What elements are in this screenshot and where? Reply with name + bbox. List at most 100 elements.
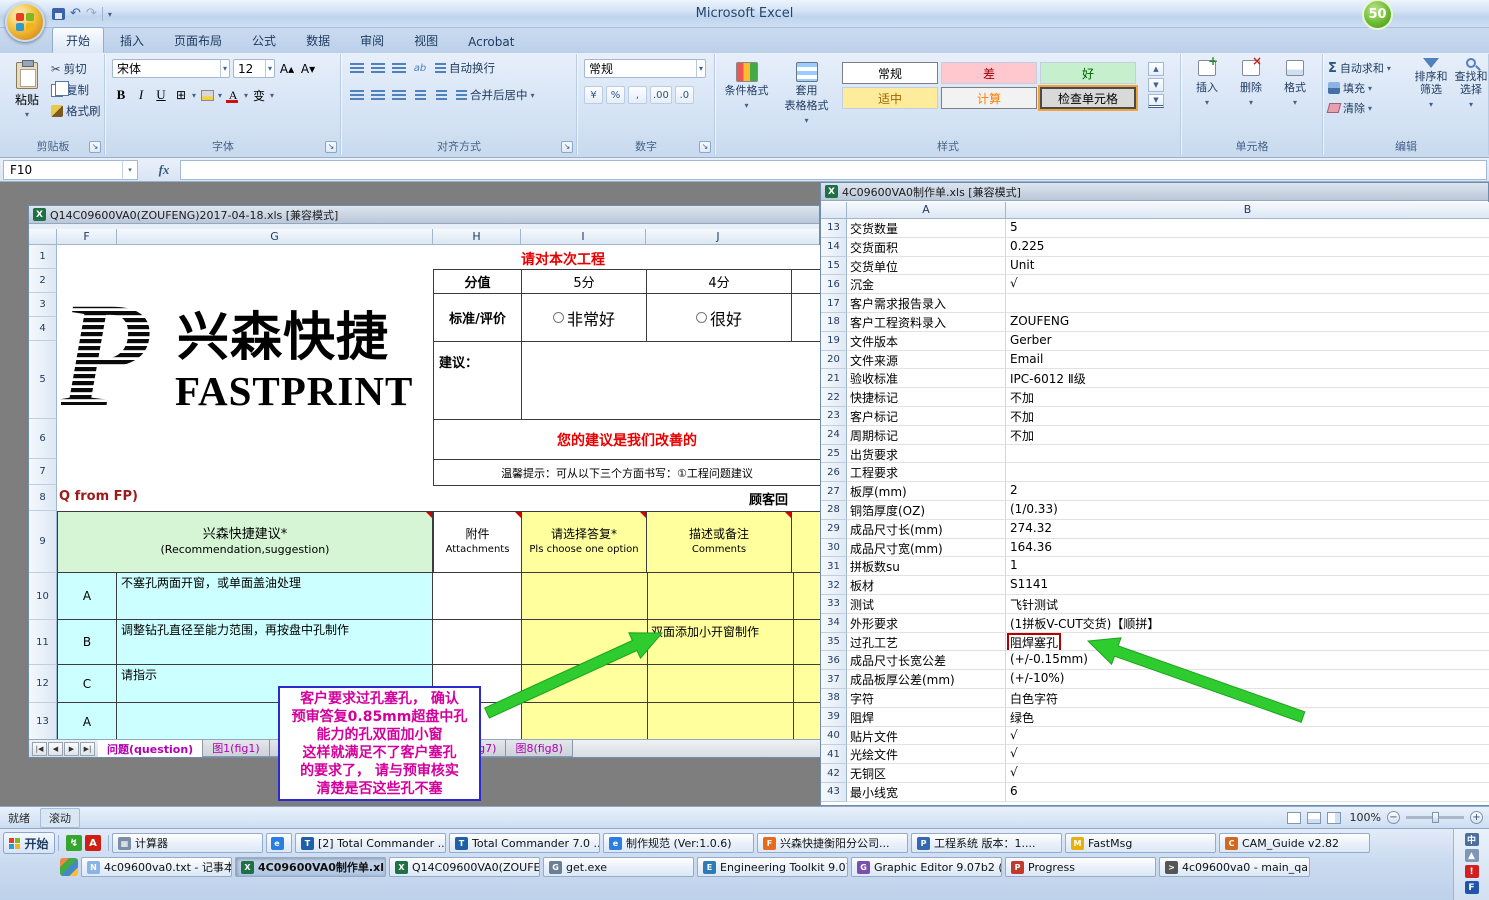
- sheet-nav-icon[interactable]: ▶|: [80, 741, 95, 756]
- cell-style-option[interactable]: 好: [1040, 62, 1136, 84]
- label-cell[interactable]: 测试: [847, 594, 1006, 614]
- start-button[interactable]: 开始: [3, 832, 55, 854]
- annotation-textbox[interactable]: 客户要求过孔塞孔， 确认 预审答复0.85mm超盘中孔 能力的孔双面加小窗 这样…: [278, 686, 481, 801]
- orientation-button[interactable]: ab: [411, 59, 429, 77]
- chevron-down-icon[interactable]: ▾: [531, 91, 535, 100]
- row-header[interactable]: 10: [29, 573, 57, 620]
- format-painter-button[interactable]: 格式刷: [48, 102, 104, 120]
- value-cell[interactable]: √: [1006, 745, 1489, 765]
- workbook-window-question[interactable]: X Q14C09600VA0(ZOUFENG)2017-04-18.xls [兼…: [28, 205, 821, 758]
- chevron-down-icon[interactable]: ▾: [218, 91, 222, 100]
- insert-cells-button[interactable]: 插入 ▾: [1186, 54, 1228, 107]
- shrink-font-button[interactable]: A▾: [299, 60, 317, 78]
- number-format-button[interactable]: .0: [674, 86, 694, 104]
- dialog-launcher-icon[interactable]: ↘: [89, 141, 101, 153]
- merge-center-button[interactable]: 合并后居中 ▾: [453, 86, 538, 104]
- row-header[interactable]: 35: [821, 632, 847, 652]
- cell-style-option[interactable]: 差: [941, 62, 1037, 84]
- value-cell[interactable]: Email: [1006, 351, 1489, 370]
- value-cell[interactable]: Unit: [1006, 257, 1489, 276]
- tip-cell[interactable]: 温馨提示：可从以下三个方面书写：①工程问题建议: [433, 459, 821, 486]
- tray-icon[interactable]: ▲: [1464, 849, 1479, 862]
- cell-style-option[interactable]: 计算: [941, 87, 1037, 109]
- attachment-cell[interactable]: [433, 573, 522, 620]
- value-cell[interactable]: (1/0.33): [1006, 501, 1489, 520]
- row-header[interactable]: 24: [821, 425, 847, 445]
- sheet-nav-icon[interactable]: |◀: [32, 741, 47, 756]
- partial-cell[interactable]: [794, 573, 821, 620]
- row-header[interactable]: 43: [821, 782, 847, 802]
- customer-reply-text[interactable]: 顾客回: [749, 489, 788, 508]
- row-header[interactable]: 14: [821, 237, 847, 257]
- taskbar-button[interactable]: E Engineering Toolkit 9.07...: [697, 857, 848, 877]
- row-header[interactable]: 6: [29, 419, 57, 459]
- row-header[interactable]: 16: [821, 275, 847, 295]
- number-format-select[interactable]: 常规 ▾: [584, 59, 706, 78]
- value-cell[interactable]: [1006, 294, 1489, 313]
- row-header[interactable]: 36: [821, 651, 847, 671]
- sheet-tab[interactable]: 图1(fig1): [203, 740, 270, 757]
- cell-style-option[interactable]: 常规: [842, 62, 938, 84]
- align-right-button[interactable]: [390, 86, 408, 104]
- partial-cell[interactable]: [794, 665, 821, 703]
- header-suggestion[interactable]: 兴森快捷建议* (Recommendation,suggestion): [57, 511, 433, 573]
- label-cell[interactable]: 外形要求: [847, 613, 1006, 633]
- value-cell[interactable]: (1拼板V-CUT交货)【顺拼】: [1006, 614, 1489, 633]
- row-header[interactable]: 13: [29, 703, 57, 741]
- workbook-title-bar[interactable]: X Q14C09600VA0(ZOUFENG)2017-04-18.xls [兼…: [29, 206, 819, 224]
- insert-function-button[interactable]: fx: [152, 160, 176, 180]
- row-header[interactable]: 42: [821, 764, 847, 783]
- ribbon-tab[interactable]: 公式: [238, 27, 290, 53]
- q-from-fp-text[interactable]: Q from FP): [59, 489, 138, 504]
- value-cell[interactable]: Gerber: [1006, 332, 1489, 351]
- value-cell[interactable]: [1006, 463, 1489, 483]
- tray-icon[interactable]: !: [1464, 865, 1479, 878]
- row-header[interactable]: 17: [821, 294, 847, 313]
- eval-header-cell[interactable]: 标准/评价: [433, 293, 522, 342]
- taskbar-button[interactable]: P Progress: [1005, 857, 1156, 877]
- attachment-cell[interactable]: [433, 620, 522, 665]
- copy-button[interactable]: 复制: [48, 80, 104, 99]
- value-cell[interactable]: 阻焊塞孔: [1006, 632, 1489, 652]
- ribbon-tab[interactable]: 视图: [400, 27, 452, 53]
- taskbar-button[interactable]: e: [266, 833, 292, 853]
- ribbon-tab[interactable]: 数据: [292, 27, 344, 53]
- zoom-level[interactable]: 100%: [1347, 811, 1381, 824]
- number-format-button[interactable]: .00: [650, 86, 672, 104]
- value-cell[interactable]: [1006, 445, 1489, 464]
- comment-cell[interactable]: [648, 665, 794, 703]
- comment-cell[interactable]: [648, 573, 794, 620]
- label-cell[interactable]: 客户需求报告录入: [847, 294, 1006, 313]
- align-left-button[interactable]: [348, 86, 366, 104]
- option-key-cell[interactable]: C: [57, 665, 117, 703]
- row-header[interactable]: 22: [821, 388, 847, 407]
- row-header[interactable]: 4: [29, 317, 57, 341]
- label-cell[interactable]: 交货单位: [847, 256, 1006, 276]
- office-button[interactable]: [5, 2, 45, 42]
- row-header[interactable]: 8: [29, 485, 57, 511]
- row-header[interactable]: 39: [821, 707, 847, 727]
- notice-text[interactable]: 请对本次工程: [521, 249, 605, 269]
- suggest-cell[interactable]: 建议：: [433, 341, 522, 420]
- gallery-down-icon[interactable]: ▼: [1148, 78, 1164, 92]
- zoom-in-button[interactable]: +: [1470, 811, 1483, 824]
- align-top-button[interactable]: [348, 59, 366, 77]
- row-header[interactable]: 3: [29, 293, 57, 317]
- value-cell[interactable]: 0.225: [1006, 238, 1489, 257]
- sheet-nav-icon[interactable]: ▶: [64, 741, 79, 756]
- value-cell[interactable]: 不加: [1006, 407, 1489, 426]
- label-cell[interactable]: 贴片文件: [847, 726, 1006, 746]
- select-all-corner[interactable]: [29, 229, 57, 245]
- fill-color-button[interactable]: [198, 86, 216, 104]
- header-comments[interactable]: 描述或备注 Comments: [646, 511, 792, 573]
- sheet-grid[interactable]: 1 2 3 4 5 6 7 8 9 10 11 12 13 P 兴森快捷 FASTPRINT 请对本次工…: [29, 245, 821, 741]
- score-header-cell[interactable]: 分值: [433, 269, 522, 294]
- taskbar-button[interactable]: X Q14C09600VA0(ZOUFEN...: [389, 857, 540, 877]
- font-color-button[interactable]: A: [224, 86, 242, 104]
- radio-cell-verygood[interactable]: 非常好: [521, 293, 647, 342]
- row-header[interactable]: 25: [821, 444, 847, 464]
- column-header[interactable]: F: [57, 229, 117, 245]
- label-cell[interactable]: 出货要求: [847, 444, 1006, 464]
- column-header[interactable]: H: [433, 229, 521, 245]
- quick-launch-icon[interactable]: ↯: [66, 835, 82, 851]
